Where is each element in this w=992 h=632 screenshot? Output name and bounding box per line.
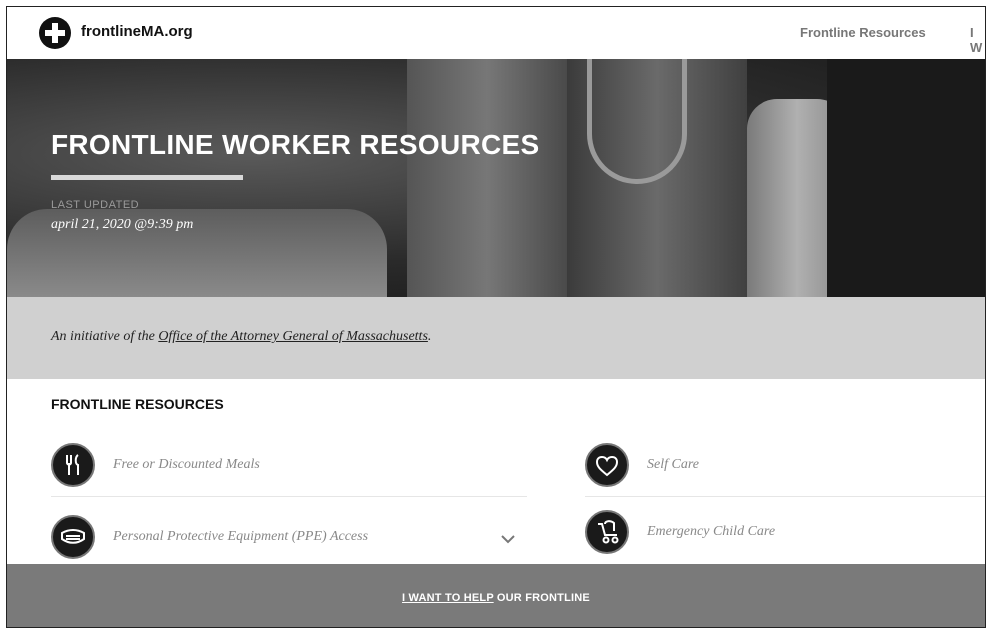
site-header: frontlineMA.org Frontline Resources I W	[7, 7, 985, 59]
nav-i-want-to-help[interactable]: I W	[970, 25, 985, 55]
resource-ppe-access[interactable]: Personal Protective Equipment (PPE) Acce…	[51, 515, 527, 571]
title-underline	[51, 175, 243, 180]
resource-free-meals[interactable]: Free or Discounted Meals	[51, 443, 527, 499]
i-want-to-help-link[interactable]: I WANT TO HELP	[402, 592, 494, 604]
initiative-text: An initiative of the Office of the Attor…	[51, 329, 431, 345]
initiative-suffix: .	[427, 329, 432, 344]
page-title: FRONTLINE WORKER RESOURCES	[51, 129, 540, 160]
help-text-rest: OUR FRONTLINE	[493, 592, 590, 604]
help-bar: I WANT TO HELP OUR FRONTLINE	[7, 564, 985, 627]
resources-section-title: FRONTLINE RESOURCES	[51, 396, 224, 412]
initiative-prefix: An initiative of the	[51, 329, 159, 344]
last-updated-label: LAST UPDATED	[51, 199, 140, 211]
nav-frontline-resources[interactable]: Frontline Resources	[800, 25, 926, 40]
resource-label: Personal Protective Equipment (PPE) Acce…	[113, 529, 369, 544]
hero-banner: FRONTLINE WORKER RESOURCES LAST UPDATED …	[7, 59, 985, 297]
stroller-icon	[585, 510, 629, 554]
browser-page: frontlineMA.org Frontline Resources I W …	[6, 6, 986, 628]
logo-cross-icon[interactable]	[39, 17, 71, 49]
heart-icon	[585, 443, 629, 487]
initiative-strip: An initiative of the Office of the Attor…	[7, 297, 985, 379]
resource-label: Free or Discounted Meals	[113, 457, 260, 472]
divider	[585, 496, 985, 497]
resource-self-care[interactable]: Self Care	[585, 443, 985, 499]
utensils-icon	[51, 443, 95, 487]
mask-icon	[51, 515, 95, 559]
last-updated-date: april 21, 2020 @9:39 pm	[51, 217, 194, 232]
chevron-down-icon[interactable]	[501, 531, 515, 547]
attorney-general-link[interactable]: Office of the Attorney General of Massac…	[158, 329, 428, 344]
resource-label: Self Care	[647, 457, 699, 472]
resource-emergency-child-care[interactable]: Emergency Child Care	[585, 510, 985, 566]
divider	[51, 496, 527, 497]
resource-label: Emergency Child Care	[647, 524, 776, 539]
help-text: I WANT TO HELP OUR FRONTLINE	[7, 592, 985, 604]
site-name[interactable]: frontlineMA.org	[81, 23, 193, 40]
